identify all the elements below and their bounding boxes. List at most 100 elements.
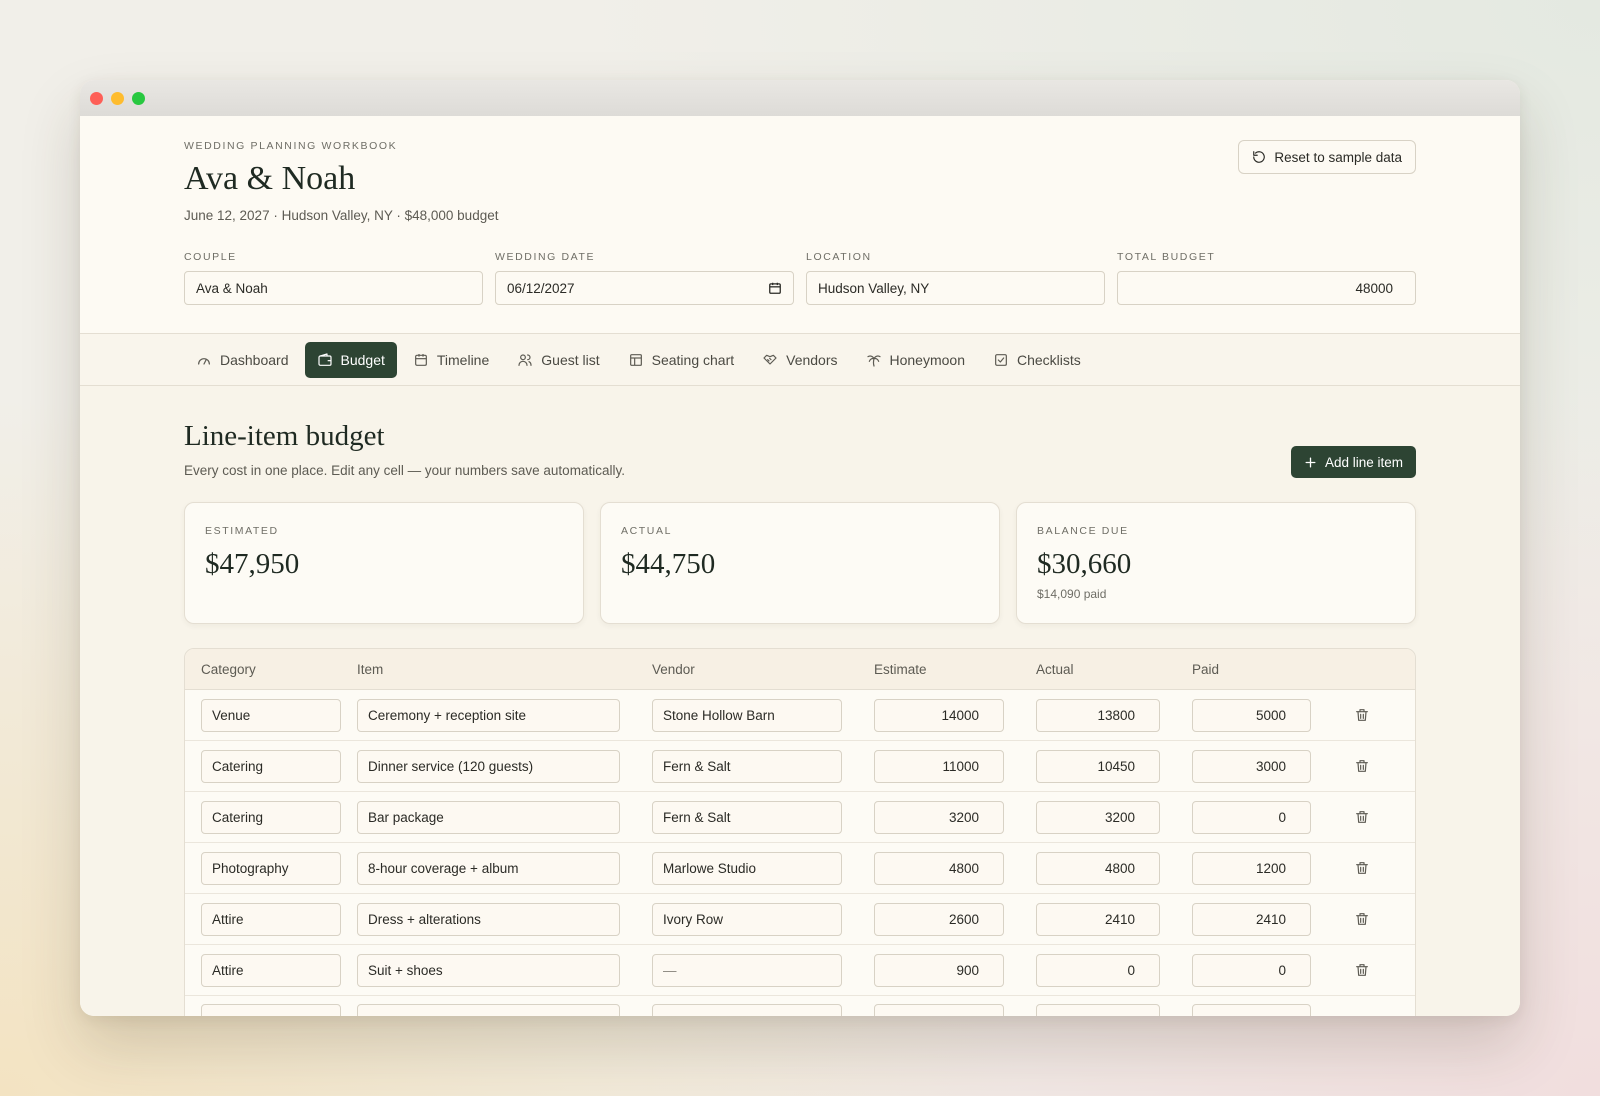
category-input[interactable]: Catering	[201, 800, 341, 834]
actual-input[interactable]: 0	[1036, 953, 1160, 987]
tab-dashboard[interactable]: Dashboard	[184, 342, 301, 378]
estimate-input[interactable]: 3200	[874, 800, 1004, 834]
category-value: Catering	[212, 809, 264, 825]
delete-row-button[interactable]	[1342, 758, 1382, 774]
section-tabs: Dashboard Budget Timeline Guest list Sea…	[80, 334, 1520, 386]
tab-guest-list-label: Guest list	[541, 351, 600, 368]
maximize-window-button[interactable]	[132, 91, 145, 105]
category-input[interactable]	[201, 1004, 341, 1016]
category-value: Photography	[212, 860, 289, 876]
category-input[interactable]: Catering	[201, 749, 341, 783]
tab-checklists[interactable]: Checklists	[981, 342, 1093, 378]
item-input[interactable]: Bar package	[357, 800, 620, 834]
balance-due-value: $30,660	[1037, 548, 1132, 580]
paid-input[interactable]	[1192, 1004, 1311, 1016]
item-value: Bar package	[368, 809, 444, 825]
estimate-value: 3200	[948, 809, 979, 825]
table-row: Catering Bar package Fern & Salt 3200 3200 0	[185, 792, 1415, 843]
item-input[interactable]	[357, 1004, 620, 1016]
tab-budget-label: Budget	[340, 351, 385, 368]
tab-honeymoon[interactable]: Honeymoon	[854, 342, 978, 378]
reset-sample-data-button[interactable]: Reset to sample data	[1238, 140, 1416, 174]
category-value: Attire	[212, 962, 244, 978]
estimate-input[interactable]	[874, 1004, 1004, 1016]
workbook-eyebrow: WEDDING PLANNING WORKBOOK	[184, 140, 398, 152]
wedding-date-input[interactable]: 06/12/2027	[495, 271, 794, 305]
vendor-input[interactable]: Marlowe Studio	[652, 851, 842, 885]
paid-input[interactable]: 5000	[1192, 698, 1311, 732]
column-category: Category	[201, 661, 256, 677]
minimize-window-button[interactable]	[111, 91, 124, 105]
actual-label: ACTUAL	[621, 525, 673, 537]
delete-row-button[interactable]	[1342, 707, 1382, 723]
estimate-input[interactable]: 14000	[874, 698, 1004, 732]
total-budget-input[interactable]: 48000	[1117, 271, 1416, 305]
actual-input[interactable]	[1036, 1004, 1160, 1016]
category-input[interactable]: Attire	[201, 953, 341, 987]
tab-seating-chart[interactable]: Seating chart	[616, 342, 747, 378]
tab-vendors[interactable]: Vendors	[750, 342, 849, 378]
estimate-value: 900	[956, 962, 979, 978]
delete-row-button[interactable]	[1342, 911, 1382, 927]
paid-input[interactable]: 2410	[1192, 902, 1311, 936]
paid-value: 0	[1278, 809, 1286, 825]
estimate-input[interactable]: 900	[874, 953, 1004, 987]
tab-timeline[interactable]: Timeline	[401, 342, 501, 378]
item-input[interactable]: Dress + alterations	[357, 902, 620, 936]
estimate-input[interactable]: 4800	[874, 851, 1004, 885]
trash-icon	[1356, 709, 1368, 721]
item-input[interactable]: Dinner service (120 guests)	[357, 749, 620, 783]
tab-honeymoon-label: Honeymoon	[889, 351, 966, 368]
paid-input[interactable]: 3000	[1192, 749, 1311, 783]
table-row: Attire Dress + alterations Ivory Row 2600 24…	[185, 894, 1415, 945]
couple-label: COUPLE	[184, 251, 237, 263]
vendor-input[interactable]: —	[652, 953, 842, 987]
vendor-input[interactable]: Fern & Salt	[652, 749, 842, 783]
table-row-partial	[185, 996, 1415, 1016]
vendor-input[interactable]: Stone Hollow Barn	[652, 698, 842, 732]
category-input[interactable]: Photography	[201, 851, 341, 885]
paid-input[interactable]: 0	[1192, 800, 1311, 834]
estimate-value: 11000	[942, 758, 979, 774]
vendor-input[interactable]: Ivory Row	[652, 902, 842, 936]
actual-card: ACTUAL $44,750	[600, 502, 1000, 624]
paid-input[interactable]: 1200	[1192, 851, 1311, 885]
category-input[interactable]: Attire	[201, 902, 341, 936]
actual-input[interactable]: 10450	[1036, 749, 1160, 783]
wedding-summary: June 12, 2027 · Hudson Valley, NY · $48,…	[184, 208, 499, 223]
total-budget-label: TOTAL BUDGET	[1117, 251, 1216, 263]
tab-timeline-label: Timeline	[436, 351, 490, 368]
delete-row-button[interactable]	[1342, 962, 1382, 978]
category-input[interactable]: Venue	[201, 698, 341, 732]
vendor-input[interactable]	[652, 1004, 842, 1016]
vendor-value: Fern & Salt	[663, 809, 731, 825]
tab-dashboard-label: Dashboard	[220, 351, 289, 368]
estimate-input[interactable]: 11000	[874, 749, 1004, 783]
table-row: Catering Dinner service (120 guests) Fern …	[185, 741, 1415, 792]
paid-input[interactable]: 0	[1192, 953, 1311, 987]
estimate-input[interactable]: 2600	[874, 902, 1004, 936]
actual-input[interactable]: 2410	[1036, 902, 1160, 936]
couple-input[interactable]: Ava & Noah	[184, 271, 483, 305]
delete-row-button[interactable]	[1342, 809, 1382, 825]
actual-input[interactable]: 13800	[1036, 698, 1160, 732]
close-window-button[interactable]	[90, 91, 103, 105]
tab-guest-list[interactable]: Guest list	[505, 342, 611, 378]
table-row: Venue Ceremony + reception site Stone Holl…	[185, 690, 1415, 741]
item-value: Suit + shoes	[368, 962, 443, 978]
vendor-input[interactable]: Fern & Salt	[652, 800, 842, 834]
item-input[interactable]: 8-hour coverage + album	[357, 851, 620, 885]
tab-budget[interactable]: Budget	[304, 341, 397, 378]
actual-value: 3200	[1104, 809, 1135, 825]
location-input[interactable]: Hudson Valley, NY	[806, 271, 1105, 305]
actual-input[interactable]: 3200	[1036, 800, 1160, 834]
item-input[interactable]: Ceremony + reception site	[357, 698, 620, 732]
table-row: Attire Suit + shoes — 900 0 0	[185, 945, 1415, 996]
item-input[interactable]: Suit + shoes	[357, 953, 620, 987]
delete-row-button[interactable]	[1342, 860, 1382, 876]
add-line-item-button[interactable]: Add line item	[1290, 446, 1416, 478]
trash-icon	[1356, 964, 1368, 976]
calendar-picker-icon[interactable]	[768, 281, 782, 295]
actual-input[interactable]: 4800	[1036, 851, 1160, 885]
plus-icon	[1305, 457, 1316, 467]
